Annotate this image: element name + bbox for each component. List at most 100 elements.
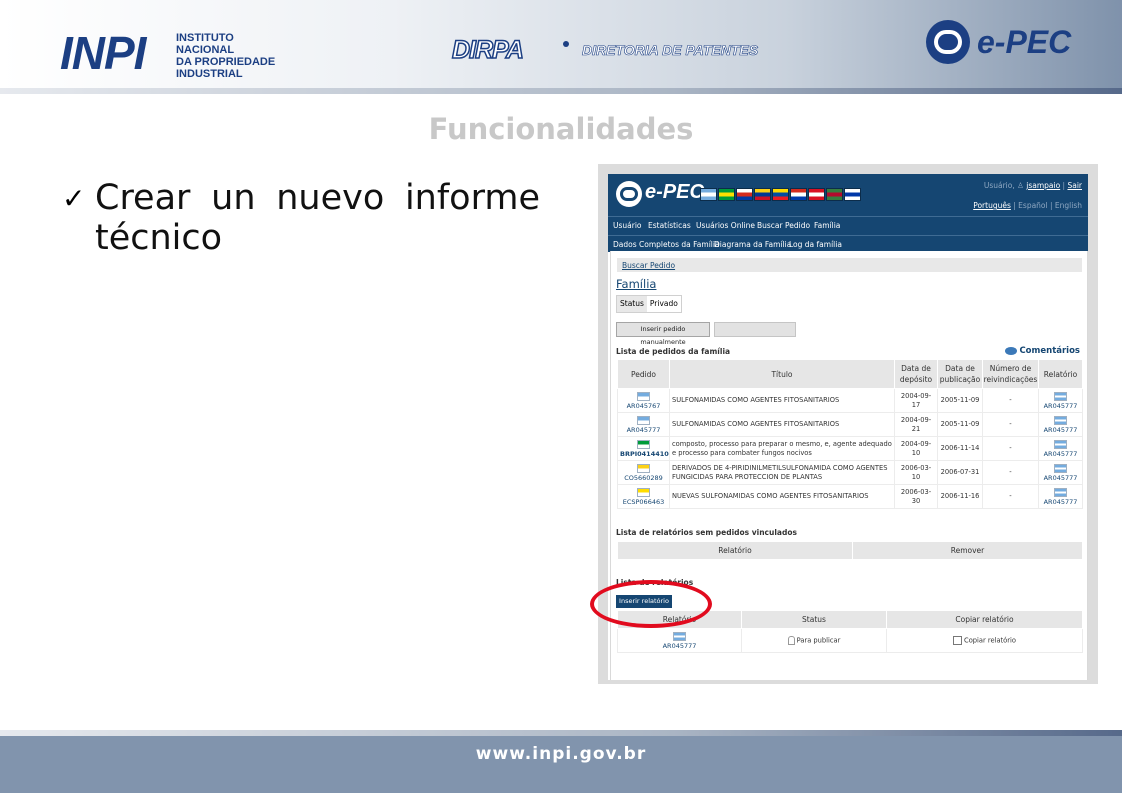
titulo-cell: DERIVADOS DE 4-PIRIDINILMETILSULFONAMIDA… (669, 460, 895, 485)
pedido-link[interactable]: AR045777 (620, 426, 667, 434)
table-row: AR045777 Para publicar Copiar relatório (617, 628, 1083, 653)
pedido-link[interactable]: BRPI0414410 (620, 450, 669, 458)
reivindicacoes-cell: - (982, 436, 1039, 461)
deposito-cell: 2004-09-21 (894, 412, 938, 437)
pedidos-table: Pedido Título Data de depósito Data de p… (617, 359, 1083, 509)
menu-usuario[interactable]: Usuário (613, 221, 642, 230)
pedido-cell[interactable]: AR045777 (617, 412, 670, 437)
relatorio-link[interactable]: AR045777 (1041, 426, 1080, 434)
pedido-cell[interactable]: ECSP066463 (617, 484, 670, 509)
flag-py-icon[interactable] (790, 188, 807, 201)
menu-buscar-pedido[interactable]: Buscar Pedido (757, 221, 810, 230)
copy-relatorio-cell[interactable]: Copiar relatório (886, 628, 1083, 653)
submenu-dados-completos[interactable]: Dados Completos da Família (613, 240, 720, 249)
table-row: ECSP066463 NUEVAS SULFONAMIDAS COMO AGENT… (617, 484, 1083, 509)
deposito-cell: 2006-03-10 (894, 460, 938, 485)
submenu-diagrama[interactable]: Diagrama da Família (714, 240, 791, 249)
insert-pedido-button[interactable]: Inserir pedido manualmente (616, 322, 710, 346)
status-box: Status Privado (616, 295, 682, 313)
lang-es-link[interactable]: Español (1018, 201, 1047, 210)
user-label: Usuário, (983, 181, 1015, 190)
country-flag-icon (637, 391, 650, 401)
highlight-ellipse (590, 580, 712, 628)
deposito-cell: 2004-09-10 (894, 436, 938, 461)
rel-status: Para publicar (796, 636, 841, 645)
rel-link[interactable]: AR045777 (620, 642, 739, 650)
pedido-link[interactable]: ECSP066463 (620, 498, 667, 506)
copy-icon (953, 635, 963, 645)
pedidos-list-title: Lista de pedidos da família (616, 347, 731, 356)
flag-pe-icon[interactable] (808, 188, 825, 201)
argentina-flag-icon (1054, 415, 1067, 425)
comments-link[interactable]: Comentários (1005, 346, 1080, 356)
flag-uy-icon[interactable] (844, 188, 861, 201)
flag-ar-icon[interactable] (700, 188, 717, 201)
relatorio-link[interactable]: AR045777 (1041, 402, 1080, 410)
col-rel-status: Status (741, 610, 887, 629)
relatorio-cell[interactable]: AR045777 (1038, 460, 1083, 485)
table-row: AR045777 SULFONAMIDAS COMO AGENTES FITOSA… (617, 412, 1083, 437)
reivindicacoes-cell: - (982, 460, 1039, 485)
dirpa-separator-dot (563, 41, 569, 47)
country-flag-icon (637, 463, 650, 473)
relatorio-cell[interactable]: AR045777 (1038, 388, 1083, 413)
reivindicacoes-cell: - (982, 412, 1039, 437)
argentina-flag-icon (1054, 391, 1067, 401)
user-info: Usuário, ♙ jsampaio | Sair (983, 181, 1082, 190)
epec-logo-icon (926, 20, 970, 64)
pedido-cell[interactable]: BRPI0414410 (617, 436, 670, 461)
menu-estatisticas[interactable]: Estatísticas (648, 221, 691, 230)
flag-cl-icon[interactable] (736, 188, 753, 201)
submenu-log[interactable]: Log da família (789, 240, 842, 249)
dirpa-logo: DIRPA (451, 35, 524, 65)
family-title[interactable]: Família (616, 277, 656, 291)
lang-pt-link[interactable]: Português (973, 201, 1011, 210)
relatorio-link[interactable]: AR045777 (1041, 498, 1080, 506)
relatorio-link[interactable]: AR045777 (1041, 450, 1080, 458)
relatorio-cell[interactable]: AR045777 (1038, 436, 1083, 461)
breadcrumb-buscar-pedido[interactable]: Buscar Pedido (622, 261, 675, 270)
flag-br-icon[interactable] (718, 188, 735, 201)
flag-ec-icon[interactable] (772, 188, 789, 201)
pedido-cell[interactable]: AR045767 (617, 388, 670, 413)
main-menu: Usuário Estatísticas Usuários Online Bus… (608, 216, 1088, 235)
pedido-input[interactable] (714, 322, 796, 337)
flag-sr-icon[interactable] (826, 188, 843, 201)
country-flag-icon (637, 415, 650, 425)
copy-relatorio-link[interactable]: Copiar relatório (964, 636, 1016, 644)
inpi-line-2: NACIONAL (176, 44, 235, 56)
family-submenu: Dados Completos da Família Diagrama da F… (608, 235, 1088, 252)
epec-logo-text: e-PEC (977, 24, 1072, 60)
col-reivindicacoes: Número de reivindicações (982, 359, 1039, 389)
app-logo-text: e-PEC (645, 181, 704, 203)
breadcrumb: Buscar Pedido (617, 258, 1082, 272)
table-row: AR045767 SULFONAMIDAS COMO AGENTES FITOSA… (617, 388, 1083, 413)
menu-usuarios-online[interactable]: Usuários Online (696, 221, 755, 230)
logout-link[interactable]: Sair (1067, 181, 1082, 190)
status-value: Privado (646, 296, 681, 312)
argentina-flag-icon (673, 631, 686, 641)
orphan-list-title: Lista de relatórios sem pedidos vinculad… (616, 528, 797, 537)
rel-cell[interactable]: AR045777 (617, 628, 742, 653)
relatorio-cell[interactable]: AR045777 (1038, 412, 1083, 437)
inpi-name: INSTITUTO NACIONAL DA PROPRIEDADE INDUST… (176, 32, 275, 80)
col-relatorio: Relatório (1038, 359, 1083, 389)
publicacao-cell: 2005-11-09 (937, 388, 983, 413)
argentina-flag-icon (1054, 487, 1067, 497)
reivindicacoes-cell: - (982, 388, 1039, 413)
relatorio-cell[interactable]: AR045777 (1038, 484, 1083, 509)
rel-status-cell: Para publicar (741, 628, 887, 653)
col-publicacao: Data de publicação (937, 359, 983, 389)
relatorio-link[interactable]: AR045777 (1041, 474, 1080, 482)
menu-familia[interactable]: Família (814, 221, 840, 230)
pedido-link[interactable]: AR045767 (620, 402, 667, 410)
comment-bubble-icon (1005, 346, 1018, 355)
user-name-link[interactable]: jsampaio (1026, 181, 1060, 190)
titulo-cell: NUEVAS SULFONAMIDAS COMO AGENTES FITOSAN… (669, 484, 895, 509)
pedido-link[interactable]: CO5660289 (620, 474, 667, 482)
inpi-line-1: INSTITUTO (176, 32, 234, 44)
flag-co-icon[interactable] (754, 188, 771, 201)
pedido-cell[interactable]: CO5660289 (617, 460, 670, 485)
lang-en-link[interactable]: English (1055, 201, 1082, 210)
publicacao-cell: 2006-07-31 (937, 460, 983, 485)
